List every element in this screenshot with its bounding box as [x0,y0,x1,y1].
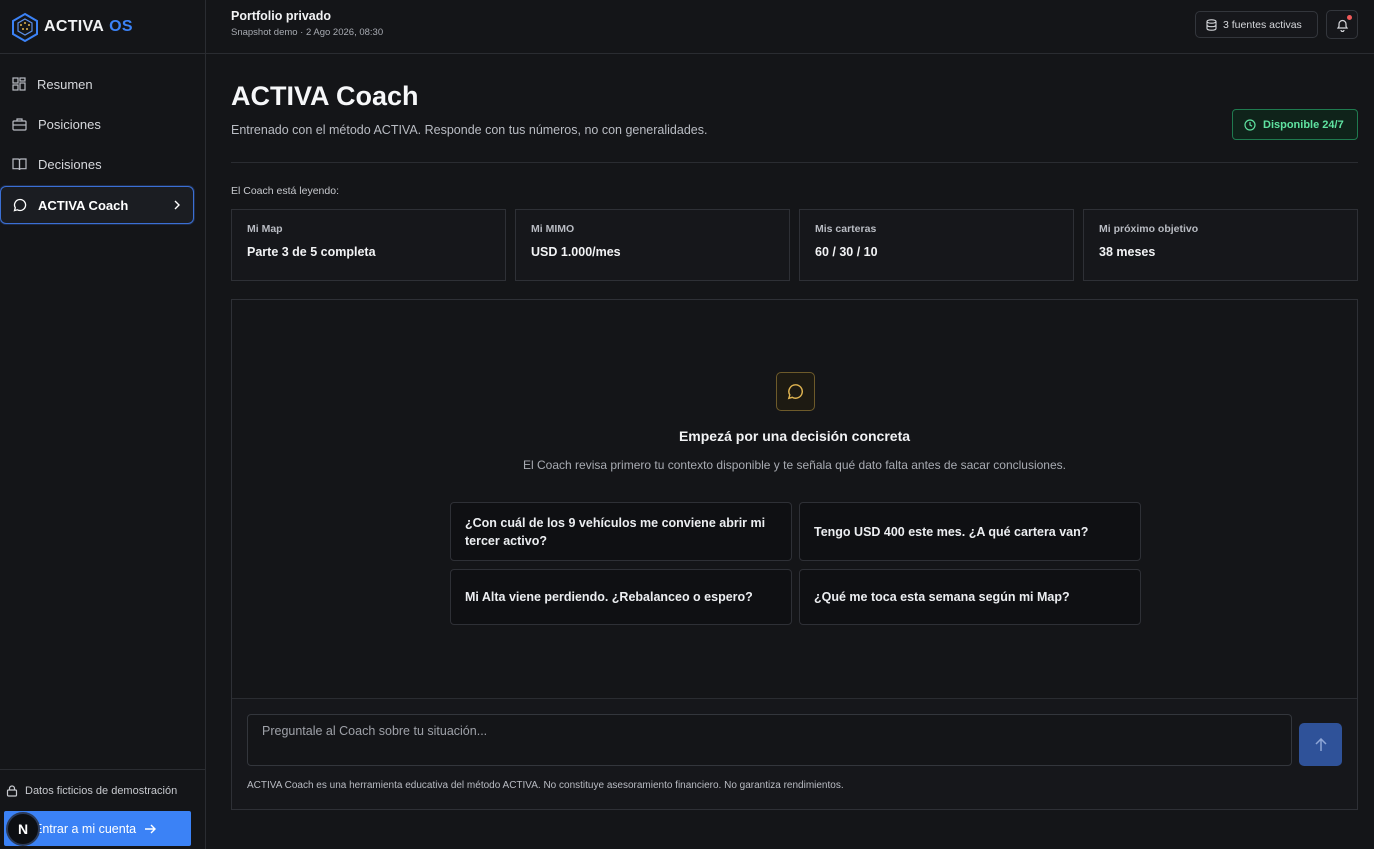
briefcase-icon [12,118,27,131]
context-card-objetivo: Mi próximo objetivo 38 meses [1083,209,1358,281]
arrow-up-icon [1314,737,1327,751]
sidebar-item-label: Resumen [37,76,93,92]
context-card-value: 60 / 30 / 10 [815,245,878,259]
context-card-label: Mi Map [247,223,283,235]
sidebar-item-posiciones[interactable]: Posiciones [0,106,205,142]
context-card-value: Parte 3 de 5 completa [247,245,376,259]
context-cards: Mi Map Parte 3 de 5 completa Mi MIMO USD… [231,209,1358,281]
sidebar-item-resumen[interactable]: Resumen [0,66,205,102]
suggestion-button[interactable]: Tengo USD 400 este mes. ¿A qué cartera v… [799,502,1141,561]
brand-logo[interactable]: ACTIVA OS [0,0,205,54]
suggestion-button[interactable]: ¿Con cuál de los 9 vehículos me conviene… [450,502,792,561]
sidebar-nav: Resumen Posiciones Decisiones ACTIVA Coa… [0,54,205,224]
context-card-label: Mi MIMO [531,223,575,235]
context-card-value: USD 1.000/mes [531,245,621,259]
database-icon [1206,18,1217,31]
coach-chat-icon [776,372,815,411]
context-card-label: Mi próximo objetivo [1099,223,1199,235]
page-title: ACTIVA Coach [231,81,419,111]
sidebar-item-decisiones[interactable]: Decisiones [0,146,205,182]
login-label: Entrar a mi cuenta [34,821,137,836]
chat-empty-subheading: El Coach revisa primero tu contexto disp… [523,458,1066,472]
notification-dot [1347,15,1352,20]
availability-label: Disponible 24/7 [1263,118,1344,131]
portfolio-title: Portfolio privado [231,9,331,23]
context-card-value: 38 meses [1099,245,1156,259]
suggested-questions: ¿Con cuál de los 9 vehículos me conviene… [450,502,1141,625]
dashboard-icon [12,77,26,91]
context-card-map: Mi Map Parte 3 de 5 completa [231,209,506,281]
chat-input[interactable] [247,714,1292,766]
suggestion-button[interactable]: ¿Qué me toca esta semana según mi Map? [799,569,1141,625]
chat-composer: ACTIVA Coach es una herramienta educativ… [232,698,1357,809]
context-card-label: Mis carteras [815,223,877,235]
snapshot-subtitle: Snapshot demo · 2 Ago 2026, 08:30 [231,27,384,38]
sources-label: 3 fuentes activas [1223,18,1302,31]
avatar[interactable]: N [6,812,40,846]
brand-name: ACTIVA OS [44,17,133,35]
sidebar-item-label: Posiciones [38,116,101,132]
availability-badge: Disponible 24/7 [1232,109,1358,140]
chat-panel: Empezá por una decisión concreta El Coac… [231,299,1358,810]
header-divider [231,162,1358,163]
arrow-right-icon [145,824,157,833]
sidebar: ACTIVA OS Resumen Posiciones Decisiones A… [0,0,206,849]
top-bar: Portfolio privado Snapshot demo · 2 Ago … [206,0,1374,54]
chat-bubble-icon [13,198,27,212]
suggestion-button[interactable]: Mi Alta viene perdiendo. ¿Rebalanceo o e… [450,569,792,625]
chevron-right-icon [174,200,180,210]
bell-icon [1336,19,1348,32]
book-icon [12,158,27,171]
context-card-mimo: Mi MIMO USD 1.000/mes [515,209,790,281]
lock-icon [6,785,18,797]
demo-data-note: Datos ficticios de demostración [0,770,205,797]
sidebar-item-label: ACTIVA Coach [38,197,129,213]
chat-bubble-icon [787,384,803,400]
send-button[interactable] [1299,723,1342,766]
sidebar-footer: Datos ficticios de demostración Entrar a… [0,769,205,849]
context-card-carteras: Mis carteras 60 / 30 / 10 [799,209,1074,281]
chat-empty-heading: Empezá por una decisión concreta [678,428,911,444]
sidebar-item-activa-coach[interactable]: ACTIVA Coach [0,186,194,224]
clock-icon [1244,118,1256,131]
demo-note-text: Datos ficticios de demostración [25,785,178,797]
logo-cube-icon [12,12,38,42]
sources-button[interactable]: 3 fuentes activas [1195,11,1318,38]
coach-reading-label: El Coach está leyendo: [231,185,339,197]
disclaimer-text: ACTIVA Coach es una herramienta educativ… [247,780,844,791]
notifications-button[interactable] [1326,10,1358,39]
page-description: Entrenado con el método ACTIVA. Responde… [231,123,708,137]
sidebar-item-label: Decisiones [38,156,102,172]
